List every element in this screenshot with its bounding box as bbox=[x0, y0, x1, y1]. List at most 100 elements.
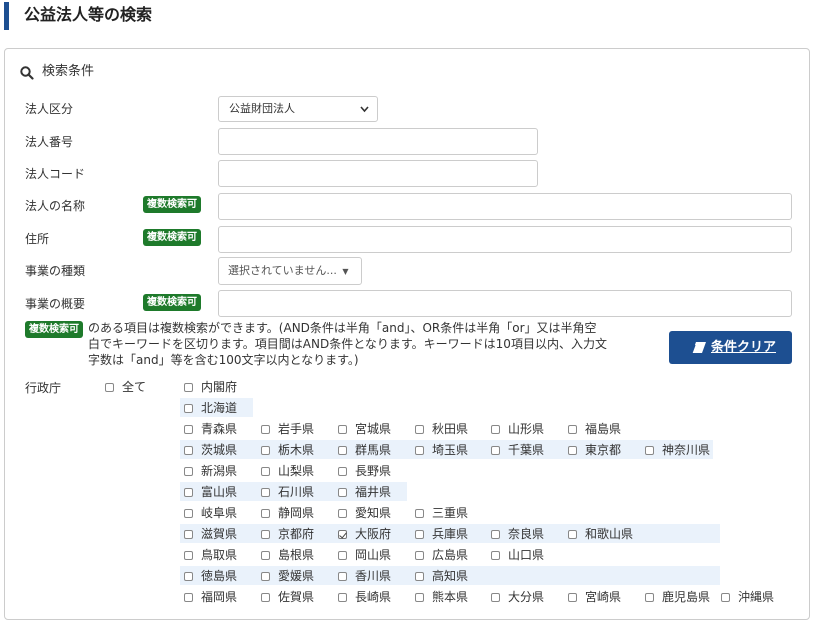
checkbox-box[interactable] bbox=[568, 425, 577, 434]
checkbox-box[interactable] bbox=[338, 467, 347, 476]
prefecture-checkbox[interactable]: 石川県 bbox=[261, 484, 314, 500]
prefecture-checkbox[interactable]: 宮城県 bbox=[338, 421, 391, 437]
prefecture-checkbox[interactable]: 山形県 bbox=[491, 421, 544, 437]
prefecture-checkbox[interactable]: 和歌山県 bbox=[568, 526, 633, 542]
checkbox-box[interactable] bbox=[645, 593, 654, 602]
prefecture-checkbox[interactable]: 福井県 bbox=[338, 484, 391, 500]
checkbox-box[interactable] bbox=[261, 509, 270, 518]
checkbox-box[interactable] bbox=[261, 425, 270, 434]
prefecture-checkbox[interactable]: 香川県 bbox=[338, 568, 391, 584]
prefecture-checkbox[interactable]: 沖縄県 bbox=[721, 589, 774, 605]
prefecture-checkbox[interactable]: 長野県 bbox=[338, 463, 391, 479]
corp-number-input[interactable] bbox=[218, 128, 538, 155]
checkbox-box[interactable] bbox=[105, 383, 114, 392]
prefecture-checkbox[interactable]: 内閣府 bbox=[184, 379, 237, 395]
checkbox-box[interactable] bbox=[721, 593, 730, 602]
prefecture-checkbox[interactable]: 群馬県 bbox=[338, 442, 391, 458]
prefecture-checkbox[interactable]: 京都府 bbox=[261, 526, 314, 542]
prefecture-checkbox[interactable]: 富山県 bbox=[184, 484, 237, 500]
checkbox-box[interactable] bbox=[184, 467, 193, 476]
prefecture-checkbox[interactable]: 埼玉県 bbox=[415, 442, 468, 458]
prefecture-checkbox[interactable]: 栃木県 bbox=[261, 442, 314, 458]
address-input[interactable] bbox=[218, 226, 792, 253]
checkbox-box[interactable] bbox=[261, 551, 270, 560]
checkbox-box[interactable] bbox=[261, 446, 270, 455]
business-type-multiselect[interactable]: 選択されていません... ▼ bbox=[218, 257, 362, 285]
prefecture-checkbox[interactable]: 福岡県 bbox=[184, 589, 237, 605]
prefecture-checkbox[interactable]: 秋田県 bbox=[415, 421, 468, 437]
prefecture-checkbox[interactable]: 愛知県 bbox=[338, 505, 391, 521]
checkbox-box[interactable] bbox=[338, 530, 347, 539]
checkbox-box[interactable] bbox=[568, 593, 577, 602]
prefecture-checkbox[interactable]: 岩手県 bbox=[261, 421, 314, 437]
business-summary-input[interactable] bbox=[218, 290, 792, 317]
prefecture-checkbox[interactable]: 愛媛県 bbox=[261, 568, 314, 584]
prefecture-checkbox[interactable]: 徳島県 bbox=[184, 568, 237, 584]
checkbox-box[interactable] bbox=[415, 530, 424, 539]
checkbox-box[interactable] bbox=[184, 446, 193, 455]
checkbox-box[interactable] bbox=[184, 572, 193, 581]
prefecture-checkbox[interactable]: 奈良県 bbox=[491, 526, 544, 542]
checkbox-box[interactable] bbox=[338, 509, 347, 518]
checkbox-box[interactable] bbox=[645, 446, 654, 455]
checkbox-box[interactable] bbox=[491, 593, 500, 602]
prefecture-checkbox[interactable]: 青森県 bbox=[184, 421, 237, 437]
checkbox-box[interactable] bbox=[184, 551, 193, 560]
prefecture-checkbox[interactable]: 兵庫県 bbox=[415, 526, 468, 542]
prefecture-checkbox[interactable]: 神奈川県 bbox=[645, 442, 710, 458]
checkbox-box[interactable] bbox=[338, 488, 347, 497]
checkbox-box[interactable] bbox=[261, 572, 270, 581]
prefecture-checkbox[interactable]: 熊本県 bbox=[415, 589, 468, 605]
prefecture-checkbox[interactable]: 岐阜県 bbox=[184, 505, 237, 521]
prefecture-checkbox[interactable]: 三重県 bbox=[415, 505, 468, 521]
checkbox-box[interactable] bbox=[568, 446, 577, 455]
checkbox-box[interactable] bbox=[261, 593, 270, 602]
prefecture-checkbox[interactable]: 島根県 bbox=[261, 547, 314, 563]
checkbox-box[interactable] bbox=[415, 572, 424, 581]
prefecture-checkbox[interactable]: 千葉県 bbox=[491, 442, 544, 458]
checkbox-box[interactable] bbox=[491, 551, 500, 560]
checkbox-box[interactable] bbox=[184, 509, 193, 518]
checkbox-box[interactable] bbox=[415, 551, 424, 560]
checkbox-box[interactable] bbox=[415, 509, 424, 518]
prefecture-checkbox[interactable]: 宮崎県 bbox=[568, 589, 621, 605]
prefecture-checkbox[interactable]: 東京都 bbox=[568, 442, 621, 458]
checkbox-box[interactable] bbox=[184, 383, 193, 392]
checkbox-box[interactable] bbox=[338, 593, 347, 602]
prefecture-checkbox[interactable]: 高知県 bbox=[415, 568, 468, 584]
corp-code-input[interactable] bbox=[218, 160, 538, 187]
checkbox-box[interactable] bbox=[184, 488, 193, 497]
checkbox-box[interactable] bbox=[261, 530, 270, 539]
corp-name-input[interactable] bbox=[218, 193, 792, 220]
prefecture-checkbox[interactable]: 大阪府 bbox=[338, 526, 391, 542]
checkbox-box[interactable] bbox=[261, 467, 270, 476]
prefecture-checkbox[interactable]: 鹿児島県 bbox=[645, 589, 710, 605]
checkbox-box[interactable] bbox=[491, 530, 500, 539]
checkbox-box[interactable] bbox=[184, 404, 193, 413]
prefecture-checkbox[interactable]: 福島県 bbox=[568, 421, 621, 437]
checkbox-box[interactable] bbox=[491, 446, 500, 455]
prefecture-checkbox[interactable]: 長崎県 bbox=[338, 589, 391, 605]
checkbox-box[interactable] bbox=[184, 425, 193, 434]
checkbox-box[interactable] bbox=[568, 530, 577, 539]
checkbox-all[interactable]: 全て bbox=[105, 379, 146, 395]
checkbox-box[interactable] bbox=[338, 425, 347, 434]
checkbox-box[interactable] bbox=[415, 425, 424, 434]
prefecture-checkbox[interactable]: 山口県 bbox=[491, 547, 544, 563]
prefecture-checkbox[interactable]: 北海道 bbox=[184, 400, 237, 416]
checkbox-box[interactable] bbox=[184, 530, 193, 539]
prefecture-checkbox[interactable]: 鳥取県 bbox=[184, 547, 237, 563]
prefecture-checkbox[interactable]: 山梨県 bbox=[261, 463, 314, 479]
prefecture-checkbox[interactable]: 茨城県 bbox=[184, 442, 237, 458]
corp-type-select[interactable]: 公益財団法人 bbox=[218, 96, 378, 122]
checkbox-box[interactable] bbox=[261, 488, 270, 497]
prefecture-checkbox[interactable]: 佐賀県 bbox=[261, 589, 314, 605]
prefecture-checkbox[interactable]: 岡山県 bbox=[338, 547, 391, 563]
prefecture-checkbox[interactable]: 広島県 bbox=[415, 547, 468, 563]
checkbox-box[interactable] bbox=[415, 593, 424, 602]
prefecture-checkbox[interactable]: 滋賀県 bbox=[184, 526, 237, 542]
clear-conditions-button[interactable]: 条件クリア bbox=[669, 331, 792, 364]
checkbox-box[interactable] bbox=[338, 572, 347, 581]
prefecture-checkbox[interactable]: 静岡県 bbox=[261, 505, 314, 521]
checkbox-box[interactable] bbox=[415, 446, 424, 455]
